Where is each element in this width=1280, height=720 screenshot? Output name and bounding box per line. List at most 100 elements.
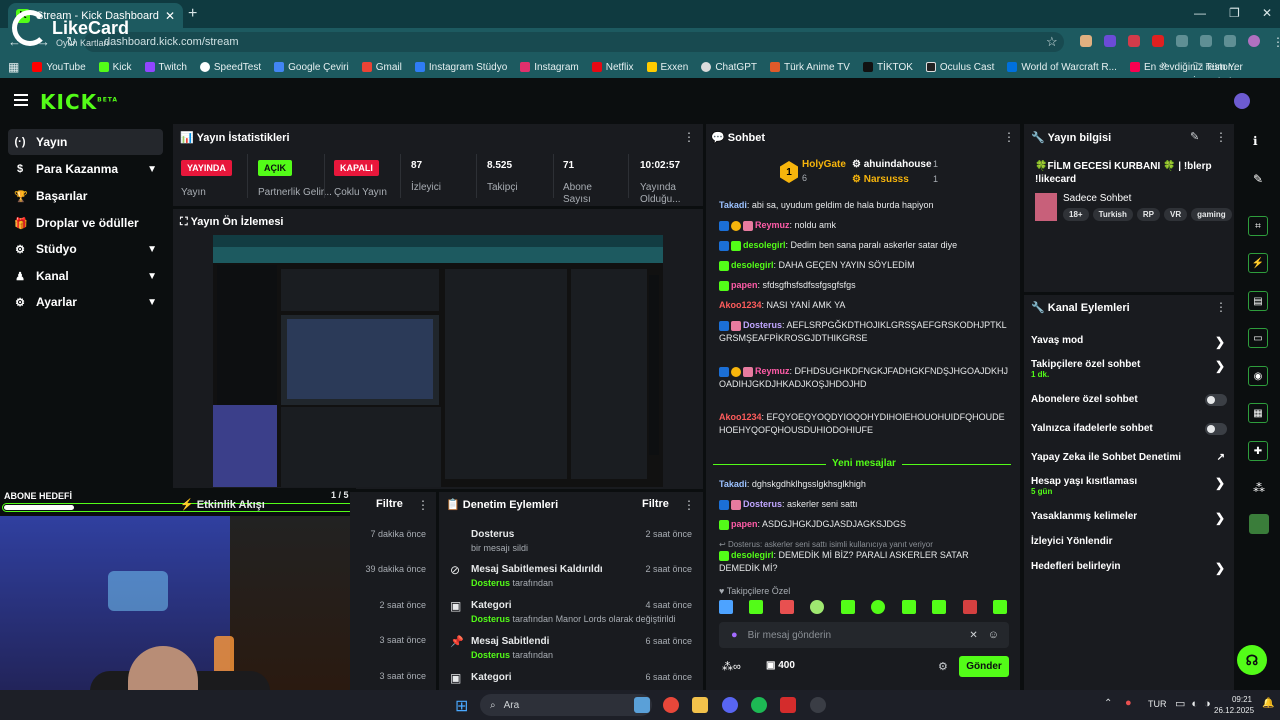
media-icon[interactable] xyxy=(1200,35,1212,47)
kebab-menu-icon[interactable]: ⋮ xyxy=(417,498,429,512)
tag[interactable]: VR xyxy=(1164,208,1188,221)
action-set-goals[interactable]: Hedefleri belirleyin ❯ xyxy=(1031,561,1227,575)
taskbar-app-icon[interactable] xyxy=(634,697,650,713)
minimize-icon[interactable]: — xyxy=(1194,6,1206,20)
menu-icon[interactable]: ⋮ xyxy=(1272,35,1280,49)
category-thumbnail[interactable] xyxy=(1035,193,1057,221)
bookmark-speedtest[interactable]: SpeedTest xyxy=(199,62,261,73)
activity-filter-button[interactable]: Filtre xyxy=(376,498,403,510)
tray-chevron-icon[interactable]: ⌃ xyxy=(1104,698,1112,709)
bookmark-google-ceviri[interactable]: Google Çeviri xyxy=(274,62,349,73)
action-emotes-only[interactable]: Yalnızca ifadelerle sohbet xyxy=(1031,423,1227,435)
action-followers-only[interactable]: Takipçilere özel sohbet 1 dk. ❯ xyxy=(1031,359,1227,379)
emote-icon[interactable] xyxy=(779,600,794,614)
chat-input[interactable]: ● Bir mesaj gönderin ✕ ☺ xyxy=(719,622,1009,648)
points-icon[interactable]: ⁂ xyxy=(1253,481,1265,495)
stream-preview-video[interactable] xyxy=(213,235,663,487)
emote-icon[interactable] xyxy=(840,600,855,614)
top-gifter-name[interactable]: HolyGate xyxy=(802,159,846,170)
apps-icon[interactable]: ▦ xyxy=(8,60,19,74)
tag[interactable]: 18+ xyxy=(1063,208,1089,221)
more-bookmarks-icon[interactable]: » xyxy=(1161,59,1167,71)
gifter-3[interactable]: ⚙ Narsusss xyxy=(852,174,909,185)
sidebar-item-kanal[interactable]: ♟ Kanal ▼ xyxy=(8,263,163,289)
extension-app-icon[interactable] xyxy=(1249,514,1269,534)
action-banned-words[interactable]: Yasaklanmış kelimeler ❯ xyxy=(1031,511,1227,525)
support-icon[interactable]: ☊ xyxy=(1237,645,1267,675)
sidebar-item-studyo[interactable]: ⚙ Stüdyo ▼ xyxy=(8,236,163,262)
sidebar-item-yayin[interactable]: (·) Yayın xyxy=(8,129,163,155)
sidebar-icon[interactable] xyxy=(1224,35,1236,47)
extension-icon[interactable] xyxy=(1080,35,1092,47)
bookmark-turk-anime-tv[interactable]: Türk Anime TV xyxy=(770,62,850,73)
bookmark-instagram[interactable]: Instagram xyxy=(520,62,579,73)
puzzle-icon[interactable] xyxy=(1176,35,1188,47)
obs-icon[interactable] xyxy=(810,697,826,713)
voicemeeter-icon[interactable] xyxy=(780,697,796,713)
pencil-icon[interactable]: ✎ xyxy=(1253,172,1263,186)
folder-icon[interactable] xyxy=(692,697,708,713)
extension-icon[interactable] xyxy=(1128,35,1140,47)
new-tab-button[interactable]: + xyxy=(188,5,197,23)
bookmark-instagram-studyo[interactable]: Instagram Stüdyo xyxy=(414,62,507,73)
bookmark-oculus-cast[interactable]: Oculus Cast xyxy=(925,62,994,73)
close-tab-icon[interactable]: ✕ xyxy=(165,9,175,23)
emote-icon[interactable] xyxy=(962,600,977,614)
chat-settings-icon[interactable]: ⚙ xyxy=(938,660,948,673)
emoji-icon[interactable]: ☺ xyxy=(988,629,999,641)
windows-start-icon[interactable]: ⊞ xyxy=(455,696,468,716)
emote-icon[interactable] xyxy=(810,600,825,614)
chat-bubble-icon[interactable]: ▭ xyxy=(1248,328,1268,348)
sidebar-item-ayarlar[interactable]: ⚙ Ayarlar ▼ xyxy=(8,289,163,315)
emote-icon[interactable] xyxy=(901,600,916,614)
bookmark-star-icon[interactable]: ☆ xyxy=(1046,34,1058,50)
layout-icon[interactable]: ▦ xyxy=(1248,403,1268,423)
extension-icon[interactable] xyxy=(1152,35,1164,47)
action-slow-mode[interactable]: Yavaş mod ❯ xyxy=(1031,335,1227,349)
user-avatar[interactable] xyxy=(1234,93,1250,109)
mic-icon[interactable]: ● xyxy=(731,629,738,641)
wrench-icon[interactable]: ✚ xyxy=(1248,441,1268,461)
edit-icon[interactable]: ✎ xyxy=(1190,130,1199,143)
toggle-switch[interactable] xyxy=(1205,423,1227,435)
tag[interactable]: Turkish xyxy=(1092,208,1133,221)
bookmark-chatgpt[interactable]: ChatGPT xyxy=(701,62,757,73)
kebab-menu-icon[interactable]: ⋮ xyxy=(1003,130,1015,144)
action-subscribers-only[interactable]: Abonelere özel sohbet xyxy=(1031,394,1227,406)
toggle-switch[interactable] xyxy=(1205,394,1227,406)
kebab-menu-icon[interactable]: ⋮ xyxy=(683,130,695,144)
kick-logo[interactable]: KICKBETA xyxy=(40,90,118,114)
sidebar-item-para-kazanma[interactable]: $ Para Kazanma ▼ xyxy=(8,156,163,182)
emote-icon[interactable] xyxy=(871,600,886,614)
mic-tray-icon[interactable]: ● xyxy=(1125,697,1132,709)
action-account-age[interactable]: Hesap yaşı kısıtlaması 5 gün ❯ xyxy=(1031,476,1227,496)
bookmark-netflix[interactable]: Netflix xyxy=(591,62,634,73)
document-icon[interactable]: ▤ xyxy=(1248,291,1268,311)
url-field[interactable]: dashboard.kick.com/stream xyxy=(84,32,1064,52)
sidebar-item-basarilar[interactable]: 🏆 Başarılar xyxy=(8,183,163,209)
chrome-icon[interactable] xyxy=(663,697,679,713)
hamburger-menu-icon[interactable] xyxy=(14,94,28,106)
bookmark-kick[interactable]: Kick xyxy=(98,62,132,73)
send-button[interactable]: Gönder xyxy=(959,656,1009,677)
broadcast-icon[interactable]: ◉ xyxy=(1248,366,1268,386)
kebab-menu-icon[interactable]: ⋮ xyxy=(1215,300,1227,314)
emote-icon[interactable] xyxy=(719,600,733,614)
translate-icon[interactable]: ✕ xyxy=(969,630,977,641)
channel-points[interactable]: ▣ 400 xyxy=(766,660,795,671)
bookmark-tiktok[interactable]: TİKTOK xyxy=(862,62,913,73)
category-name[interactable]: Sadece Sohbet xyxy=(1063,193,1131,204)
mod-filter-button[interactable]: Filtre xyxy=(642,498,669,510)
taskbar-search[interactable]: ⌕ Ara xyxy=(480,694,652,716)
spotify-icon[interactable] xyxy=(751,697,767,713)
tag[interactable]: RP xyxy=(1136,208,1161,221)
language-indicator[interactable]: TUR xyxy=(1148,699,1167,709)
notifications-icon[interactable]: 🔔 xyxy=(1262,698,1274,709)
tray-icons[interactable]: ▭◐◑ xyxy=(1175,697,1217,710)
bookmark-twitch[interactable]: Twitch xyxy=(144,62,187,73)
bookmark-gmail[interactable]: Gmail xyxy=(361,62,402,73)
points-toggle-icon[interactable]: ⁂∞ xyxy=(722,660,741,673)
sidebar-item-droplar[interactable]: 🎁 Droplar ve ödüller xyxy=(8,210,163,236)
bookmark-world-of-warcraft[interactable]: World of Warcraft R... xyxy=(1007,62,1117,73)
emote-icon[interactable] xyxy=(749,600,764,614)
